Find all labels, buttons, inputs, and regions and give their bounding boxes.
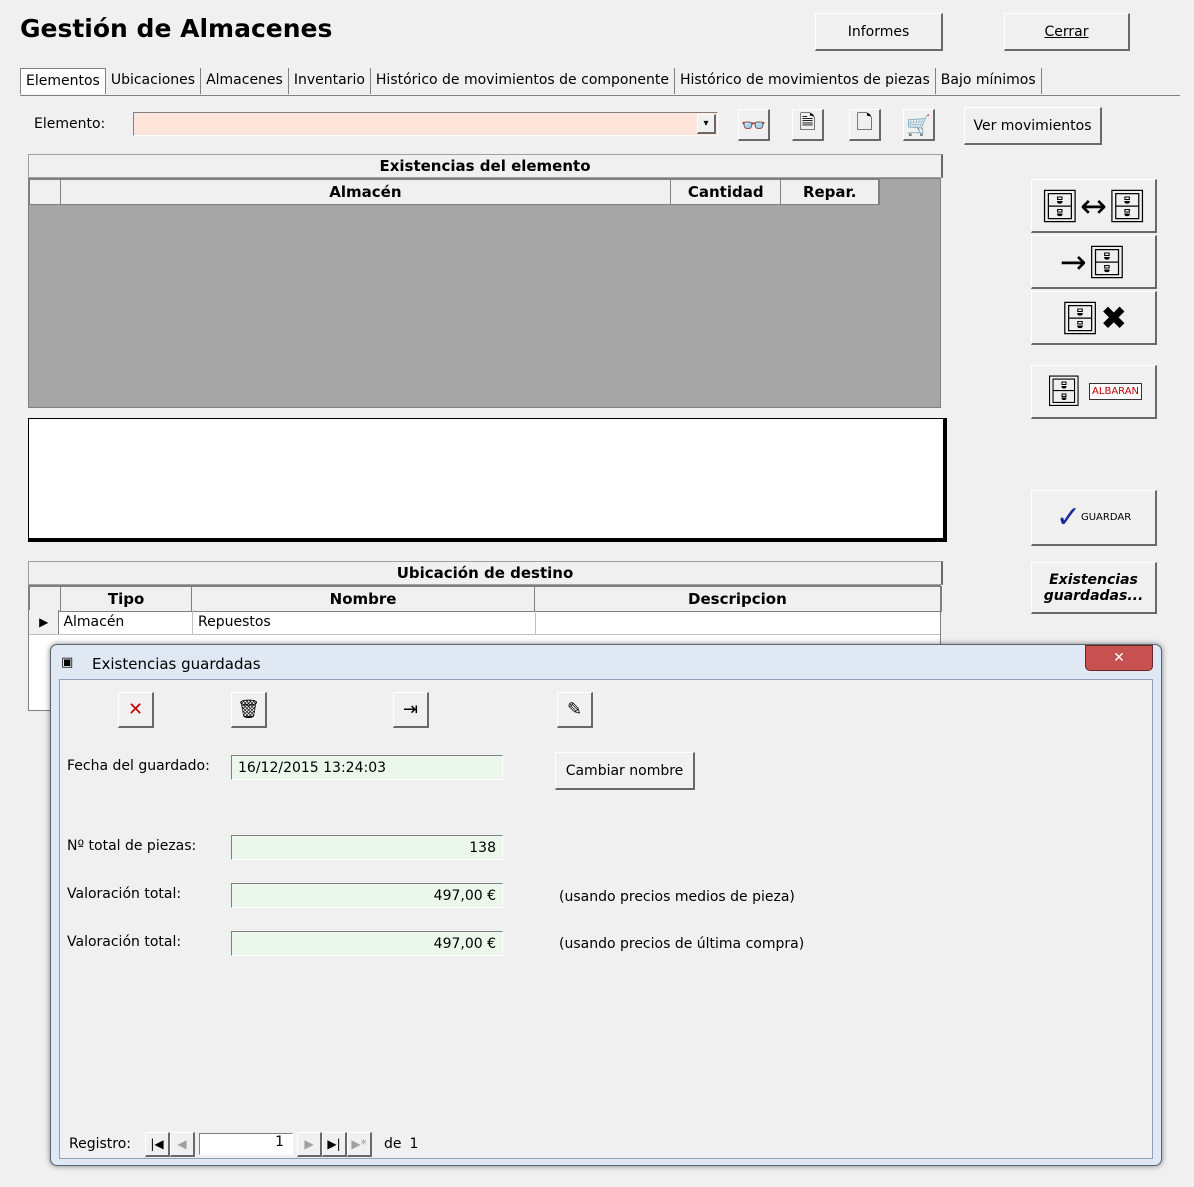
cell-descripcion[interactable] — [536, 610, 940, 634]
record-navigator: Registro: |◀ ◀ 1 ▶ ▶| ▶* de 1 — [60, 1130, 1152, 1158]
valoracion-ultima-label: Valoración total: — [67, 934, 182, 950]
tab-historico-componente[interactable]: Histórico de movimientos de componente — [371, 68, 675, 94]
cerrar-button[interactable]: Cerrar — [1004, 13, 1130, 51]
next-record-icon[interactable]: ▶ — [297, 1131, 323, 1157]
tab-elementos[interactable]: Elementos — [20, 68, 106, 94]
dialog-title: Existencias guardadas — [92, 655, 261, 673]
valoracion-medios-note: (usando precios medios de pieza) — [559, 889, 795, 905]
existencias-guardadas-button[interactable]: Existencias guardadas... — [1031, 562, 1157, 614]
existencias-guardadas-dialog: ▣ Existencias guardadas ✕ ✕ 🗑 ⇥ ✎ Fecha … — [50, 644, 1162, 1166]
valoracion-medios-field[interactable]: 497,00 € — [231, 883, 503, 908]
transfer-warehouse-icon[interactable]: 🗄↔🗄 — [1031, 179, 1157, 233]
column-header[interactable]: Repar. — [781, 180, 879, 204]
existencias-grid-header: Almacén Cantidad Repar. — [29, 179, 880, 205]
form-icon: ▣ — [61, 655, 74, 670]
chevron-down-icon[interactable]: ▾ — [697, 114, 716, 134]
existencias-grid[interactable]: Almacén Cantidad Repar. — [28, 178, 941, 408]
exit-icon[interactable]: ⇥ — [393, 692, 429, 728]
cart-icon[interactable]: 🛒 — [903, 109, 935, 141]
albaran-button[interactable]: 🗄 ALBARAN — [1031, 365, 1157, 419]
valoracion-ultima-note: (usando precios de última compra) — [559, 936, 805, 952]
tab-bajo-minimos[interactable]: Bajo mínimos — [936, 68, 1042, 94]
fecha-label: Fecha del guardado: — [67, 758, 210, 774]
fecha-field[interactable]: 16/12/2015 13:24:03 — [231, 755, 503, 780]
guardar-label: GUARDAR — [1080, 512, 1132, 523]
dialog-body: ✕ 🗑 ⇥ ✎ Fecha del guardado: 16/12/2015 1… — [59, 679, 1153, 1159]
row-selector-header — [30, 180, 61, 204]
column-header[interactable]: Descripcion — [535, 587, 942, 611]
table-row[interactable]: ▶ Almacén Repuestos — [29, 610, 940, 635]
add-to-warehouse-icon[interactable]: →🗄 — [1031, 235, 1157, 289]
tab-almacenes[interactable]: Almacenes — [201, 68, 289, 94]
column-header[interactable]: Almacén — [61, 180, 671, 204]
albaran-icon: ALBARAN — [1089, 383, 1143, 400]
registro-label: Registro: — [69, 1136, 132, 1152]
page-title: Gestión de Almacenes — [20, 14, 333, 43]
detail-box — [28, 418, 947, 542]
cell-nombre[interactable]: Repuestos — [193, 610, 536, 634]
destino-grid-header: Tipo Nombre Descripcion — [29, 586, 942, 612]
record-number-input[interactable]: 1 — [199, 1133, 294, 1155]
valoracion-medios-label: Valoración total: — [67, 886, 182, 902]
last-record-icon[interactable]: ▶| — [322, 1131, 348, 1157]
guardar-button[interactable]: ✓ GUARDAR — [1031, 490, 1157, 546]
tab-inventario[interactable]: Inventario — [289, 68, 371, 94]
cambiar-nombre-button[interactable]: Cambiar nombre — [555, 752, 695, 790]
prev-record-icon[interactable]: ◀ — [170, 1131, 196, 1157]
column-header[interactable]: Tipo — [61, 587, 193, 611]
row-selector-header — [30, 587, 61, 611]
row-selector-arrow-icon[interactable]: ▶ — [29, 610, 60, 634]
tab-bar: Elementos Ubicaciones Almacenes Inventar… — [20, 68, 1042, 96]
properties-icon[interactable]: 🗎 — [792, 109, 824, 141]
first-record-icon[interactable]: |◀ — [145, 1131, 171, 1157]
tab-ubicaciones[interactable]: Ubicaciones — [106, 68, 202, 94]
new-document-icon[interactable]: 🗋 — [849, 109, 881, 141]
delete-record-icon[interactable]: ✕ — [118, 692, 154, 728]
elemento-label: Elemento: — [34, 116, 106, 132]
valoracion-ultima-field[interactable]: 497,00 € — [231, 931, 503, 956]
tab-divider — [20, 95, 1180, 96]
edit-save-icon[interactable]: ✎ — [557, 692, 593, 728]
remove-from-warehouse-icon[interactable]: 🗄✖ — [1031, 291, 1157, 345]
new-record-icon[interactable]: ▶* — [347, 1131, 373, 1157]
destino-title: Ubicación de destino — [28, 561, 943, 585]
cell-tipo[interactable]: Almacén — [59, 610, 193, 634]
database-icon: 🗄 — [1044, 374, 1084, 409]
tab-historico-piezas[interactable]: Histórico de movimientos de piezas — [675, 68, 936, 94]
checkmark-icon: ✓ — [1055, 500, 1081, 535]
column-header[interactable]: Cantidad — [671, 180, 782, 204]
registro-total: 1 — [409, 1136, 419, 1152]
close-icon[interactable]: ✕ — [1085, 645, 1153, 671]
binoculars-icon[interactable]: 👓 — [738, 109, 770, 141]
existencias-title: Existencias del elemento — [28, 154, 943, 178]
column-header[interactable]: Nombre — [192, 587, 535, 611]
registro-de-label: de — [384, 1136, 402, 1152]
elemento-combo[interactable] — [133, 112, 718, 136]
trash-icon[interactable]: 🗑 — [231, 692, 267, 728]
informes-button[interactable]: Informes — [815, 13, 943, 51]
ver-movimientos-button[interactable]: Ver movimientos — [964, 107, 1102, 145]
total-piezas-label: Nº total de piezas: — [67, 838, 197, 854]
total-piezas-field[interactable]: 138 — [231, 835, 503, 860]
